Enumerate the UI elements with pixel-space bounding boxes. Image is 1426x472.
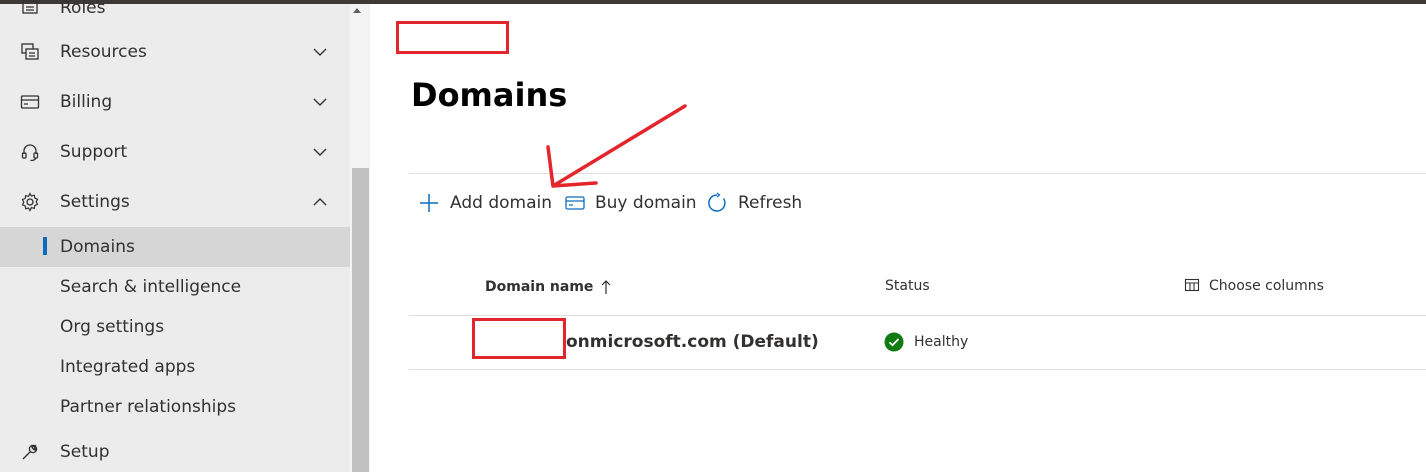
- billing-icon: [20, 92, 40, 112]
- gear-icon: [20, 192, 40, 212]
- sidebar-item-resources[interactable]: Resources: [0, 32, 350, 72]
- sidebar-subitem-label: Org settings: [60, 317, 165, 337]
- sidebar-subitem-label: Search & intelligence: [60, 277, 242, 297]
- chevron-down-icon[interactable]: [311, 43, 329, 61]
- refresh-icon: [708, 192, 726, 212]
- plus-icon: [420, 194, 438, 212]
- resources-icon: [20, 42, 40, 62]
- sidebar-item-setup[interactable]: Setup: [0, 432, 350, 472]
- status-text: Healthy: [914, 334, 969, 350]
- status-cell: Healthy: [884, 332, 968, 352]
- sidebar-item-search-intelligence[interactable]: Search & intelligence: [0, 267, 350, 307]
- redaction-box: [396, 21, 509, 54]
- column-header-status[interactable]: Status: [885, 278, 930, 294]
- sidebar-item-label: Roles: [60, 0, 106, 18]
- sidebar-subitem-label: Domains: [60, 237, 135, 257]
- roles-icon: [20, 0, 40, 18]
- wrench-icon: [20, 442, 40, 462]
- scroll-up-arrow-icon[interactable]: [353, 8, 361, 13]
- selected-indicator: [43, 237, 47, 255]
- columns-icon: [1184, 278, 1200, 292]
- domain-name-text: onmicrosoft.com (Default): [566, 332, 819, 352]
- sidebar-item-domains[interactable]: Domains: [0, 227, 350, 267]
- sort-ascending-icon: [601, 280, 611, 294]
- chevron-up-icon[interactable]: [311, 193, 329, 211]
- buy-domain-button[interactable]: Buy domain: [565, 189, 697, 217]
- sidebar-subitem-label: Partner relationships: [60, 397, 236, 417]
- add-domain-button[interactable]: Add domain: [418, 189, 552, 217]
- headset-icon: [20, 142, 40, 162]
- sidebar-item-label: Resources: [60, 42, 147, 62]
- sidebar-subitem-label: Integrated apps: [60, 357, 196, 377]
- sidebar-item-label: Billing: [60, 92, 113, 112]
- command-bar-divider: [409, 173, 1426, 174]
- sidebar-item-label: Settings: [60, 192, 130, 212]
- scrollbar-thumb[interactable]: [352, 168, 369, 472]
- sidebar-item-support[interactable]: Support: [0, 132, 350, 172]
- credit-card-icon: [565, 196, 585, 210]
- table-row-divider: [409, 369, 1426, 370]
- column-header-domain-name[interactable]: Domain name: [485, 278, 613, 296]
- check-circle-icon: [884, 332, 904, 352]
- refresh-label: Refresh: [738, 193, 803, 213]
- choose-columns-label: Choose columns: [1209, 278, 1324, 294]
- sidebar: Roles Resources Billing Support Settings…: [0, 0, 350, 472]
- refresh-button[interactable]: Refresh: [706, 189, 802, 217]
- sidebar-item-org-settings[interactable]: Org settings: [0, 307, 350, 347]
- domain-name-cell[interactable]: onmicrosoft.com (Default): [566, 332, 819, 352]
- redaction-box: [472, 318, 566, 359]
- choose-columns-button[interactable]: Choose columns: [1184, 278, 1324, 294]
- sidebar-item-integrated-apps[interactable]: Integrated apps: [0, 347, 350, 387]
- sidebar-item-settings[interactable]: Settings: [0, 182, 350, 222]
- sidebar-item-roles[interactable]: Roles: [0, 0, 350, 28]
- sidebar-item-partner-relationships[interactable]: Partner relationships: [0, 387, 350, 427]
- column-header-label: Status: [885, 278, 930, 294]
- chevron-down-icon[interactable]: [311, 93, 329, 111]
- table-header-divider: [409, 315, 1426, 316]
- chevron-down-icon[interactable]: [311, 143, 329, 161]
- sidebar-item-label: Support: [60, 142, 128, 162]
- column-header-label: Domain name: [485, 279, 594, 295]
- buy-domain-label: Buy domain: [595, 193, 697, 213]
- page-title: Domains: [411, 76, 568, 114]
- sidebar-item-billing[interactable]: Billing: [0, 82, 350, 122]
- add-domain-label: Add domain: [450, 193, 552, 213]
- sidebar-item-label: Setup: [60, 442, 110, 462]
